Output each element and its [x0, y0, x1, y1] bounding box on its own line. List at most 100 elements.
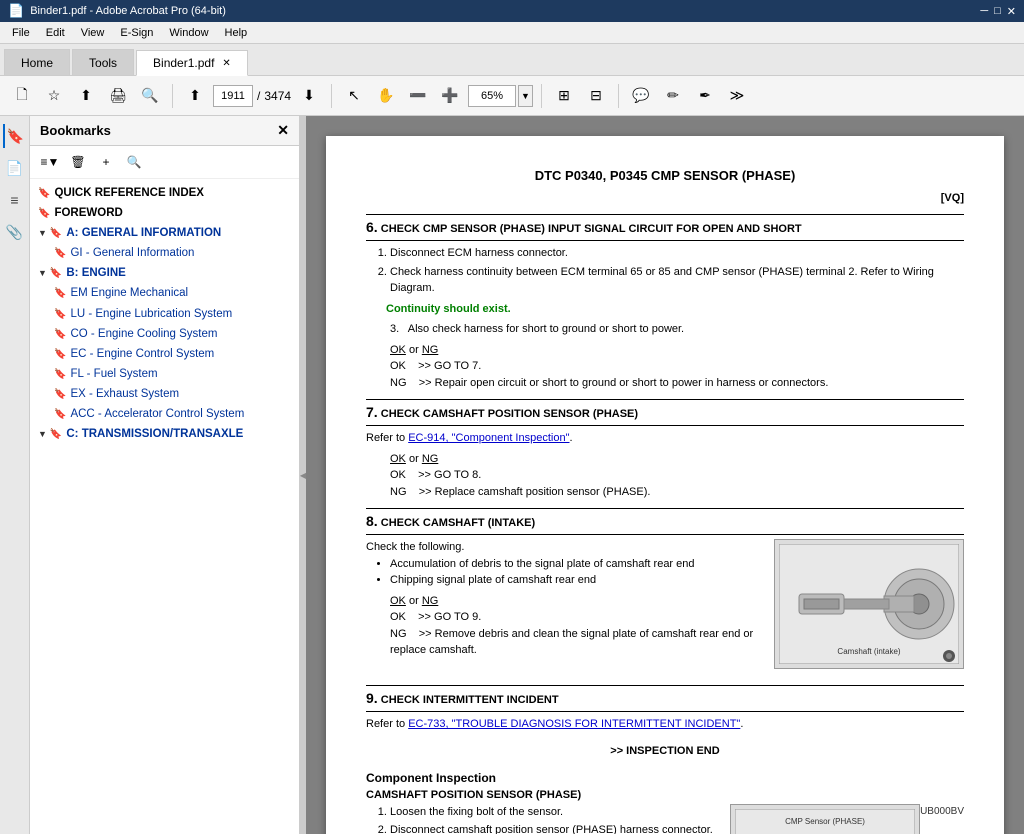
- bookmark-quick-ref[interactable]: 🔖 QUICK REFERENCE INDEX: [30, 183, 299, 203]
- fit-page-btn[interactable]: ⊞: [550, 82, 578, 110]
- bookmark-icon-gi: 🔖: [54, 247, 66, 261]
- bookmark-foreword[interactable]: 🔖 FOREWORD: [30, 203, 299, 223]
- bookmark-acc[interactable]: 🔖 ACC - Accelerator Control System: [30, 404, 299, 424]
- menu-help[interactable]: Help: [217, 25, 256, 41]
- bookmark-a-general[interactable]: ▼ 🔖 A: GENERAL INFORMATION: [30, 223, 299, 243]
- pages-panel-btn[interactable]: 📄: [3, 156, 27, 180]
- section-6-ok-ng: OK or NG OK >> GO TO 7. NG >> Repair ope…: [390, 342, 964, 392]
- layers-panel-btn[interactable]: ≡: [3, 188, 27, 212]
- menu-view[interactable]: View: [73, 25, 113, 41]
- bookmark-label-acc: ACC - Accelerator Control System: [70, 406, 244, 422]
- section-9-refer: Refer to EC-733, "TROUBLE DIAGNOSIS FOR …: [366, 716, 964, 733]
- section-9-header: 9. CHECK INTERMITTENT INCIDENT: [366, 685, 964, 712]
- bookmark-icon-acc: 🔖: [54, 408, 66, 422]
- sensor-image: CMP Sensor (PHASE): [730, 804, 920, 834]
- ec-914-link[interactable]: EC-914, "Component Inspection": [408, 432, 569, 444]
- print-btn[interactable]: 🖨: [104, 82, 132, 110]
- zoom-input[interactable]: [468, 85, 516, 107]
- section-6-step3-container: 3. Also check harness for short to groun…: [390, 321, 964, 338]
- bookmark-ex[interactable]: 🔖 EX - Exhaust System: [30, 384, 299, 404]
- bookmark-label-quick-ref: QUICK REFERENCE INDEX: [54, 185, 204, 201]
- tab-tools-label: Tools: [89, 56, 117, 70]
- bookmark-list: 🔖 QUICK REFERENCE INDEX 🔖 FOREWORD ▼ 🔖 A…: [30, 179, 299, 834]
- draw-btn[interactable]: ✒: [691, 82, 719, 110]
- tab-binder1-label: Binder1.pdf: [153, 56, 214, 70]
- bookmark-b-engine[interactable]: ▼ 🔖 B: ENGINE: [30, 263, 299, 283]
- section-8-num: 8.: [366, 513, 378, 529]
- tab-close-btn[interactable]: ✕: [222, 58, 230, 69]
- find-bookmark-btn[interactable]: 🔍: [122, 150, 146, 174]
- menu-edit[interactable]: Edit: [38, 25, 73, 41]
- camshaft-image: Camshaft (intake): [774, 539, 964, 669]
- bookmark-lu[interactable]: 🔖 LU - Engine Lubrication System: [30, 304, 299, 324]
- bookmark-gi[interactable]: 🔖 GI - General Information: [30, 243, 299, 263]
- section-7-title: CHECK CAMSHAFT POSITION SENSOR (PHASE): [381, 408, 638, 420]
- page-number-input[interactable]: [213, 85, 253, 107]
- component-subtitle: CAMSHAFT POSITION SENSOR (PHASE): [366, 787, 964, 804]
- sidebar-close-btn[interactable]: ✕: [277, 122, 289, 139]
- section-7-ok-ng: OK or NG OK >> GO TO 8. NG >> Replace ca…: [390, 451, 964, 501]
- section-7-header: 7. CHECK CAMSHAFT POSITION SENSOR (PHASE…: [366, 399, 964, 426]
- sensor-svg: CMP Sensor (PHASE): [735, 809, 915, 834]
- zoom-in-btn[interactable]: ➕: [436, 82, 464, 110]
- main-area: 🔖 📄 ≡ 📎 Bookmarks ✕ ≡▼ 🗑 + 🔍 🔖 QUICK REF…: [0, 116, 1024, 834]
- attachments-panel-btn[interactable]: 📎: [3, 220, 27, 244]
- zoom-dropdown-btn[interactable]: ▼: [518, 85, 533, 107]
- bookmark-label-b: B: ENGINE: [66, 265, 125, 281]
- bookmark-em[interactable]: 🔖 EM Engine Mechanical: [30, 283, 299, 303]
- section-7-num: 7.: [366, 404, 378, 420]
- comment-btn[interactable]: 💬: [627, 82, 655, 110]
- bookmark-label-fl: FL - Fuel System: [70, 366, 157, 382]
- bookmark-ec[interactable]: 🔖 EC - Engine Control System: [30, 344, 299, 364]
- delete-bookmark-btn[interactable]: 🗑: [66, 150, 90, 174]
- section-6-num: 6.: [366, 219, 378, 235]
- next-page-btn[interactable]: ⬇: [295, 82, 323, 110]
- bookmark-co[interactable]: 🔖 CO - Engine Cooling System: [30, 324, 299, 344]
- add-bookmark-btn[interactable]: +: [94, 150, 118, 174]
- tab-binder1[interactable]: Binder1.pdf ✕: [136, 50, 248, 76]
- menu-esign[interactable]: E-Sign: [112, 25, 161, 41]
- new-btn[interactable]: 🗋: [8, 82, 36, 110]
- bookmark-fl[interactable]: 🔖 FL - Fuel System: [30, 364, 299, 384]
- minimize-btn[interactable]: ─: [980, 5, 988, 18]
- zoom-out-btn[interactable]: ➖: [404, 82, 432, 110]
- menu-window[interactable]: Window: [161, 25, 216, 41]
- left-icon-strip: 🔖 📄 ≡ 📎: [0, 116, 30, 834]
- sep2: [331, 84, 332, 108]
- component-code: UB000BV: [920, 804, 964, 819]
- tab-tools[interactable]: Tools: [72, 49, 134, 75]
- bookmark-label-gi: GI - General Information: [70, 245, 194, 261]
- bookmarks-panel-btn[interactable]: 🔖: [3, 124, 27, 148]
- close-btn[interactable]: ✕: [1007, 5, 1016, 18]
- pdf-title: DTC P0340, P0345 CMP SENSOR (PHASE): [366, 166, 964, 186]
- bookmark-star-btn[interactable]: ☆: [40, 82, 68, 110]
- section-6-step3-text: Also check harness for short to ground o…: [408, 323, 684, 335]
- pdf-area[interactable]: DTC P0340, P0345 CMP SENSOR (PHASE) [VQ]…: [306, 116, 1024, 834]
- bookmark-label-c: C: TRANSMISSION/TRANSAXLE: [66, 426, 243, 442]
- bookmark-label-foreword: FOREWORD: [54, 205, 122, 221]
- fit-width-btn[interactable]: ⊟: [582, 82, 610, 110]
- find-btn[interactable]: 🔍: [136, 82, 164, 110]
- section-6-body: Disconnect ECM harness connector. Check …: [366, 245, 964, 391]
- ec-733-link[interactable]: EC-733, "TROUBLE DIAGNOSIS FOR INTERMITT…: [408, 718, 740, 730]
- bookmark-c-transmission[interactable]: ▼ 🔖 C: TRANSMISSION/TRANSAXLE: [30, 424, 299, 444]
- bookmark-options-btn[interactable]: ≡▼: [38, 150, 62, 174]
- ok-label-8: OK or NG: [390, 595, 438, 607]
- tab-home[interactable]: Home: [4, 49, 70, 75]
- highlight-btn[interactable]: ✏: [659, 82, 687, 110]
- section-9-title: CHECK INTERMITTENT INCIDENT: [381, 694, 559, 706]
- section-9-body: Refer to EC-733, "TROUBLE DIAGNOSIS FOR …: [366, 716, 964, 733]
- inspection-end: >> INSPECTION END: [366, 743, 964, 760]
- upload-btn[interactable]: ⬆: [72, 82, 100, 110]
- page-separator: /: [257, 89, 260, 103]
- bookmark-icon-a: 🔖: [50, 227, 62, 241]
- sep1: [172, 84, 173, 108]
- menu-file[interactable]: File: [4, 25, 38, 41]
- cursor-tool-btn[interactable]: ↖: [340, 82, 368, 110]
- bookmark-label-ex: EX - Exhaust System: [70, 386, 179, 402]
- maximize-btn[interactable]: □: [994, 5, 1001, 18]
- prev-page-btn[interactable]: ⬆: [181, 82, 209, 110]
- more-tools-btn[interactable]: ≫: [723, 82, 751, 110]
- hand-tool-btn[interactable]: ✋: [372, 82, 400, 110]
- ng-text-6: NG >> Repair open circuit or short to gr…: [390, 377, 828, 389]
